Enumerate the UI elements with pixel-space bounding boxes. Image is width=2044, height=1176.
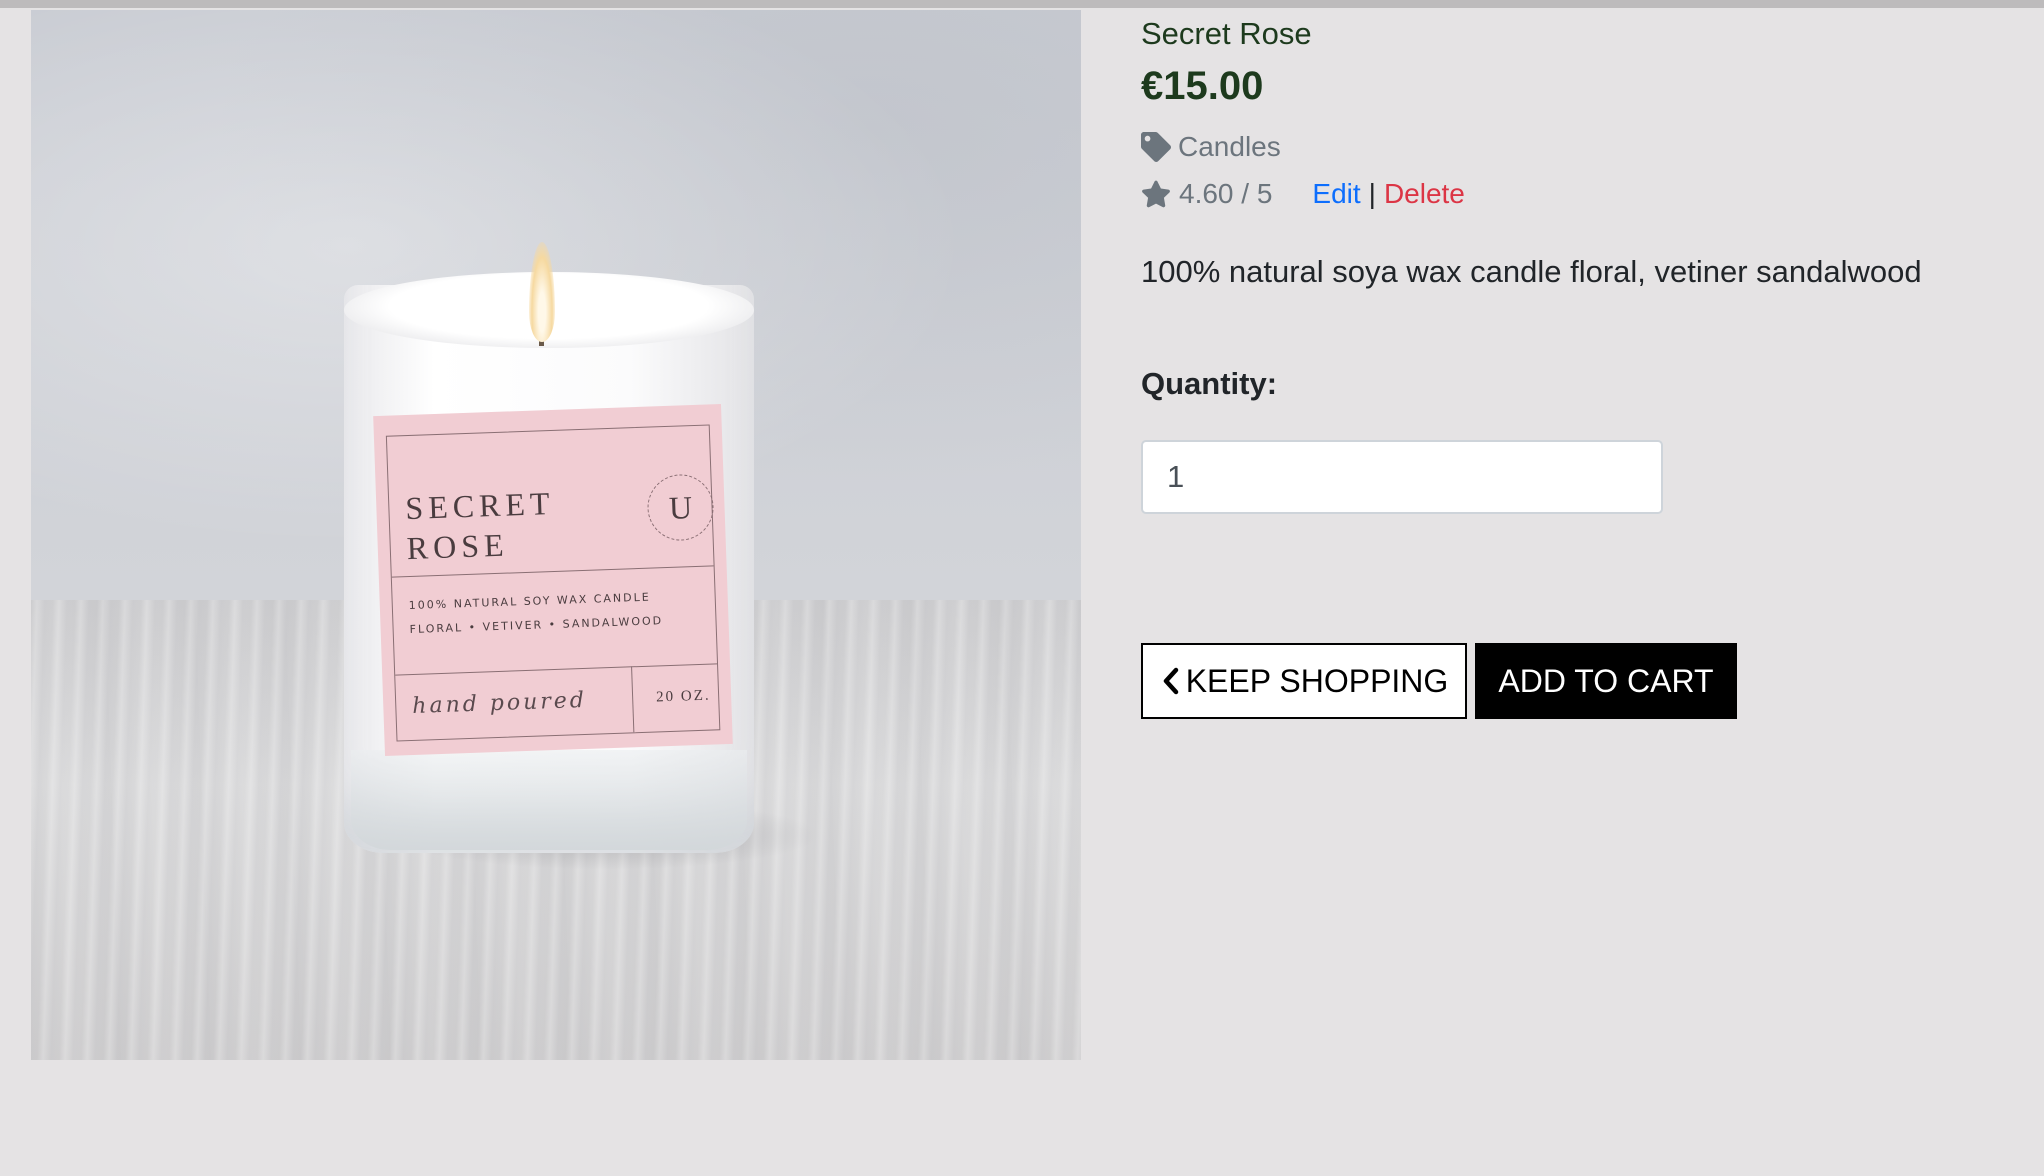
category-label: Candles	[1178, 131, 1281, 162]
product-price: €15.00	[1141, 64, 1264, 108]
candle-label-divider	[395, 663, 718, 676]
candle-label-name: SECRET ROSE	[405, 483, 557, 568]
candle-label-name-line2: ROSE	[406, 526, 510, 567]
star-icon	[1142, 180, 1170, 208]
add-to-cart-button[interactable]: ADD TO CART	[1475, 643, 1737, 719]
product-description: 100% natural soya wax candle floral, vet…	[1141, 254, 1922, 289]
candle-label: SECRET ROSE U 100% NATURAL SOY WAX CANDL…	[373, 404, 733, 756]
tag-icon	[1141, 132, 1171, 162]
keep-shopping-label: KEEP SHOPPING	[1185, 662, 1449, 699]
edit-link[interactable]: Edit	[1312, 178, 1360, 210]
quantity-label: Quantity:	[1141, 366, 1278, 401]
add-to-cart-label: ADD TO CART	[1498, 662, 1714, 699]
quantity-input[interactable]	[1141, 440, 1663, 514]
keep-shopping-button[interactable]: KEEP SHOPPING	[1141, 643, 1467, 719]
candle-label-divider	[391, 565, 714, 578]
candle-label-script: hand poured	[411, 687, 588, 719]
candle-label-description: 100% NATURAL SOY WAX CANDLE FLORAL • VET…	[408, 585, 664, 642]
delete-link[interactable]: Delete	[1384, 178, 1465, 210]
product-name: Secret Rose	[1141, 16, 1312, 51]
candle-label-seal: U	[646, 473, 715, 542]
candle-label-divider	[631, 666, 635, 733]
link-separator: |	[1368, 178, 1376, 209]
candle-jar-base	[351, 750, 747, 850]
rating-row: 4.60 / 5 Edit | Delete	[1141, 177, 1465, 211]
candle-label-frame: SECRET ROSE U 100% NATURAL SOY WAX CANDL…	[385, 424, 721, 742]
rating-value: 4.60 / 5	[1179, 178, 1273, 209]
top-bar	[0, 0, 2044, 8]
product-image: SECRET ROSE U 100% NATURAL SOY WAX CANDL…	[31, 10, 1081, 1060]
category-link[interactable]: Candles	[1141, 130, 1281, 164]
candle-label-size: 20 OZ.	[655, 687, 711, 706]
candle-label-name-line1: SECRET	[404, 484, 556, 527]
chevron-left-icon	[1163, 667, 1178, 695]
